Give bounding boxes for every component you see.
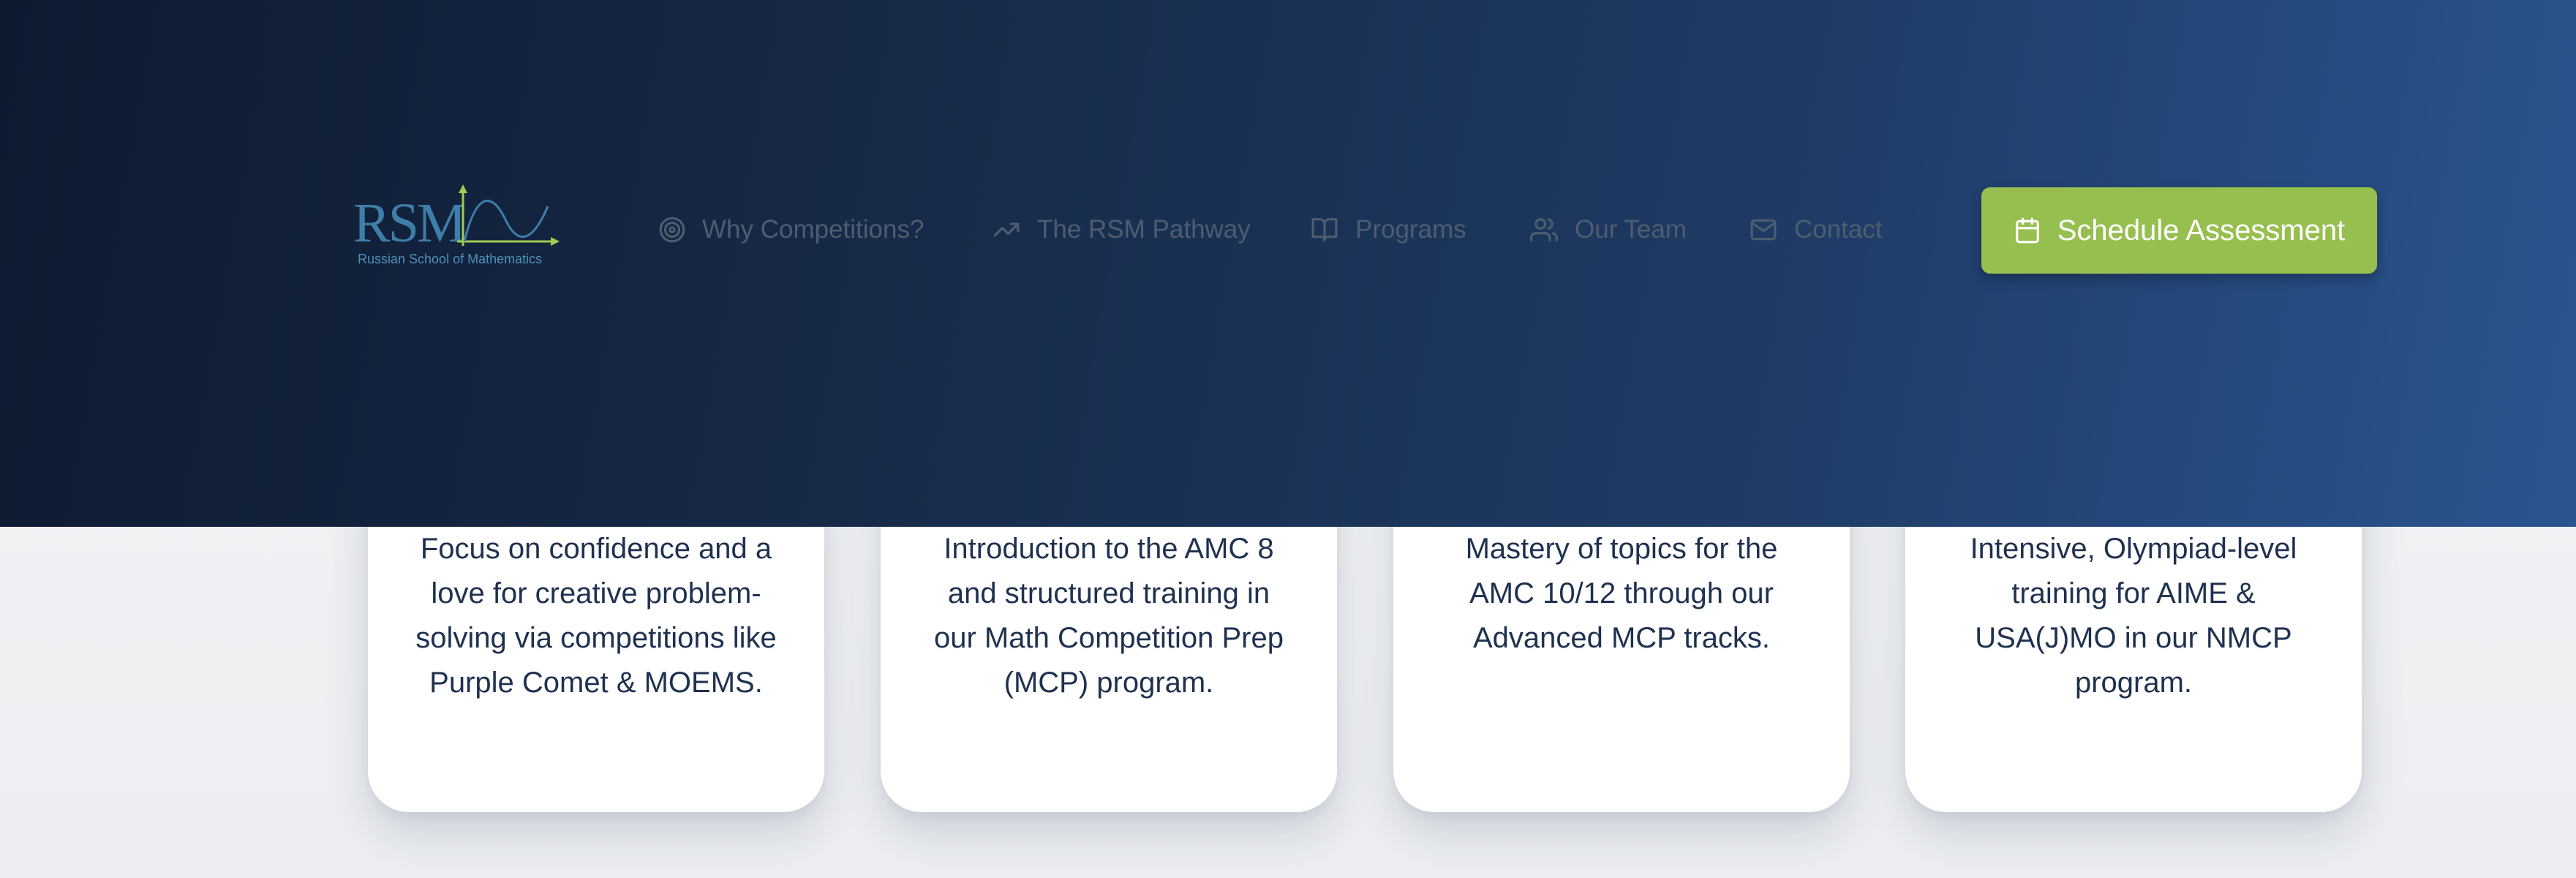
program-card-text: Introduction to the AMC 8 and structured… (933, 533, 1284, 699)
logo-graph-icon (457, 184, 560, 246)
nav-item-label: Programs (1355, 215, 1466, 244)
nav-item-label: Contact (1794, 215, 1883, 244)
schedule-assessment-button[interactable]: Schedule Assessment (1981, 187, 2377, 274)
users-icon (1530, 218, 1558, 241)
program-card-text: Intensive, Olympiad-level training for A… (1970, 533, 2297, 699)
nav-item-label: Why Competitions? (702, 215, 924, 244)
nav-item-rsm-pathway[interactable]: The RSM Pathway (992, 209, 1251, 250)
nav-item-label: The RSM Pathway (1037, 215, 1251, 244)
nav-item-contact[interactable]: Contact (1749, 209, 1883, 250)
schedule-assessment-label: Schedule Assessment (2057, 214, 2346, 247)
nav-item-label: Our Team (1575, 215, 1687, 244)
site-header: RSM Russian School of Mathematics Why Co… (0, 0, 2576, 527)
nav-item-our-team[interactable]: Our Team (1529, 209, 1687, 250)
trending-up-icon (993, 222, 1020, 237)
program-card-text: Mastery of topics for the AMC 10/12 thro… (1465, 533, 1778, 654)
mail-icon (1750, 219, 1777, 241)
calendar-icon (2015, 217, 2039, 244)
nav-item-why-competitions[interactable]: Why Competitions? (658, 209, 924, 250)
logo-subtitle: Russian School of Mathematics (358, 252, 543, 266)
rsm-logo[interactable]: RSM Russian School of Mathematics (353, 184, 565, 272)
nav-item-programs[interactable]: Programs (1310, 209, 1466, 250)
book-open-icon (1311, 218, 1338, 241)
target-icon (659, 217, 685, 243)
program-card-text: Focus on confidence and a love for creat… (415, 533, 777, 699)
